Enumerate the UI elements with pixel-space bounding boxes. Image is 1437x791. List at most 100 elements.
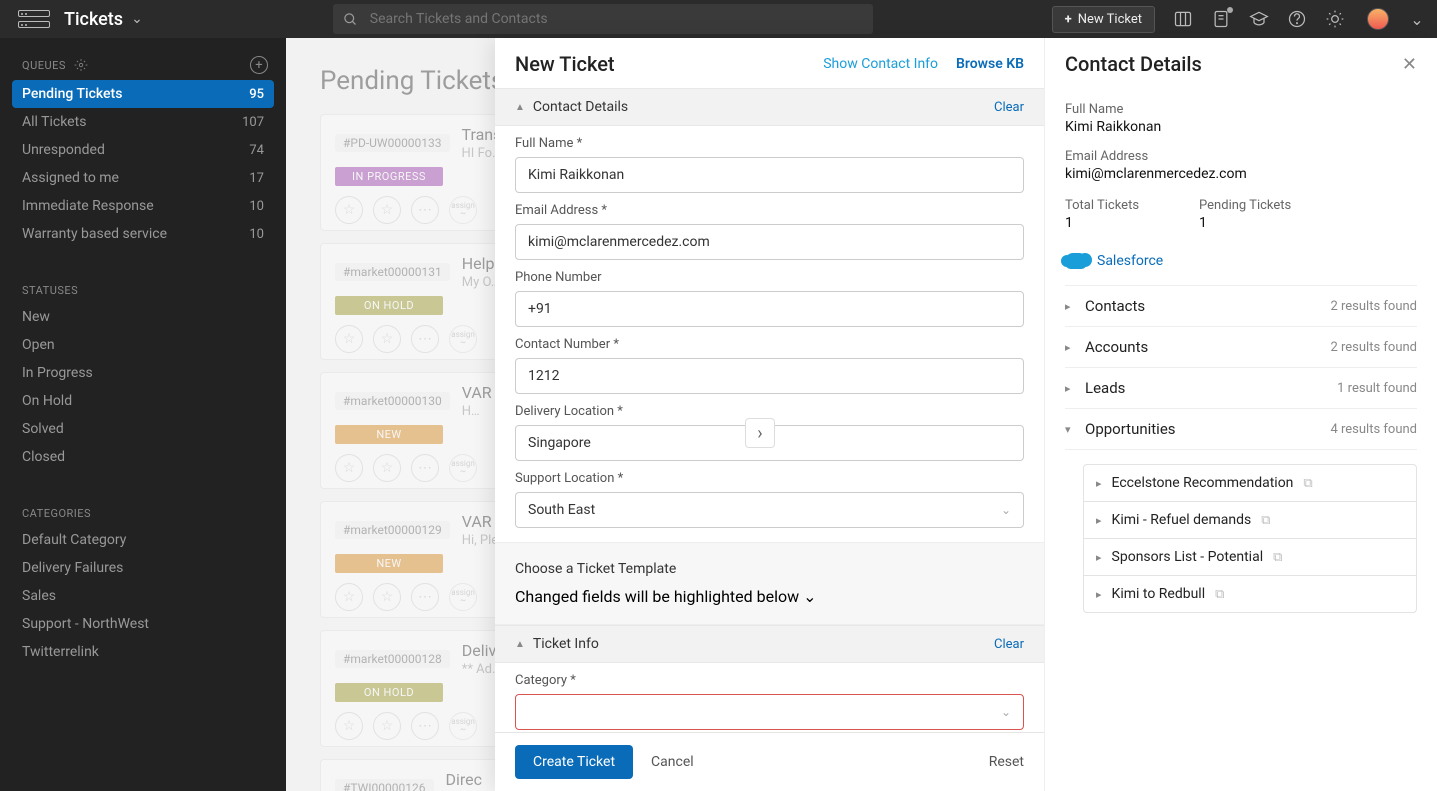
sidebar-item-category[interactable]: Delivery Failures (0, 554, 286, 582)
section-ticket-info[interactable]: ▲ Ticket Info Clear (495, 625, 1044, 663)
external-link-icon[interactable]: ⧉ (1215, 587, 1224, 602)
opportunity-item[interactable]: ▸ Kimi to Redbull ⧉ (1084, 576, 1416, 612)
show-contact-link[interactable]: Show Contact Info (823, 56, 938, 72)
chevron-right-icon: ▸ (1096, 514, 1102, 527)
sidebar-item-status[interactable]: Open (0, 331, 286, 359)
sidebar-item-queue[interactable]: All Tickets107 (0, 108, 286, 136)
sidebar-item-label: On Hold (22, 393, 72, 409)
sf-group-name: Contacts (1085, 297, 1145, 315)
contact-body: Full Name Kimi Raikkonan Email Address k… (1045, 88, 1437, 613)
sidebar-item-queue[interactable]: Assigned to me17 (0, 164, 286, 192)
section-title: Ticket Info (533, 636, 599, 652)
academy-icon[interactable] (1249, 9, 1269, 29)
chevron-down-icon[interactable]: ⌄ (1411, 9, 1423, 29)
opportunity-item[interactable]: ▸ Kimi - Refuel demands ⧉ (1084, 502, 1416, 539)
sf-group-count: 4 results found (1330, 422, 1417, 437)
chevron-down-icon: ⌄ (1001, 705, 1011, 719)
browse-kb-link[interactable]: Browse KB (956, 56, 1024, 72)
chevron-right-icon: ▸ (1065, 300, 1075, 313)
sf-group[interactable]: ▸ Contacts 2 results found (1065, 286, 1417, 327)
sf-group[interactable]: ▾ Opportunities 4 results found (1065, 409, 1417, 450)
sidebar-item-label: Solved (22, 421, 64, 437)
sidebar-item-count: 107 (242, 115, 264, 130)
opportunity-item[interactable]: ▸ Eccelstone Recommendation ⧉ (1084, 465, 1416, 502)
field-label: Support Location * (515, 471, 1024, 486)
sidebar-item-label: Warranty based service (22, 226, 167, 242)
search-icon (343, 12, 358, 27)
sidebar-item-status[interactable]: Solved (0, 415, 286, 443)
form-scroll[interactable]: ▲ Contact Details Clear Full Name * Emai… (495, 88, 1044, 732)
module-title[interactable]: Tickets (64, 9, 123, 30)
section-label: CATEGORIES (22, 507, 91, 520)
field-label: Contact Number * (515, 337, 1024, 352)
sidebar-item-status[interactable]: New (0, 303, 286, 331)
email-input[interactable] (515, 224, 1024, 260)
sf-group[interactable]: ▸ Leads 1 result found (1065, 368, 1417, 409)
collapse-icon: ▲ (515, 102, 525, 113)
collapse-icon: ▲ (515, 639, 525, 650)
opportunity-item[interactable]: ▸ Sponsors List - Potential ⧉ (1084, 539, 1416, 576)
sidebar-section-statuses: STATUSES (0, 266, 286, 303)
global-search[interactable] (333, 4, 873, 34)
sidebar-item-category[interactable]: Sales (0, 582, 286, 610)
chevron-down-icon[interactable]: ⌄ (131, 11, 143, 27)
sf-group-count: 1 result found (1337, 381, 1417, 396)
sidebar-item-status[interactable]: On Hold (0, 387, 286, 415)
sidebar-item-queue[interactable]: Pending Tickets95 (12, 80, 274, 108)
support-location-select[interactable]: South East ⌄ (515, 492, 1024, 528)
contact-number-input[interactable] (515, 358, 1024, 394)
sidebar-item-count: 10 (249, 227, 264, 242)
opportunity-name: Sponsors List - Potential (1112, 549, 1264, 565)
topbar-icons: ⌄ (1173, 8, 1423, 30)
external-link-icon[interactable]: ⧉ (1273, 550, 1282, 565)
new-ticket-button[interactable]: + New Ticket (1052, 6, 1155, 33)
user-avatar[interactable] (1367, 8, 1389, 30)
sf-group-name: Leads (1085, 379, 1125, 397)
sidebar-item-queue[interactable]: Immediate Response10 (0, 192, 286, 220)
sidebar-item-queue[interactable]: Unresponded74 (0, 136, 286, 164)
select-placeholder: Changed fields will be highlighted below (515, 587, 799, 606)
section-clear-link[interactable]: Clear (994, 637, 1024, 652)
sf-group-name: Opportunities (1085, 420, 1176, 438)
field-label: Pending Tickets (1199, 198, 1291, 213)
sidebar-item-queue[interactable]: Warranty based service 10 (0, 220, 286, 248)
chevron-down-icon: ▾ (1065, 423, 1075, 436)
salesforce-integration[interactable]: Salesforce (1065, 253, 1417, 286)
reset-button[interactable]: Reset (989, 754, 1024, 770)
modal-footer: Create Ticket Cancel Reset (495, 732, 1044, 791)
phone-input[interactable] (515, 291, 1024, 327)
sf-group[interactable]: ▸ Accounts 2 results found (1065, 327, 1417, 368)
help-icon[interactable] (1287, 9, 1307, 29)
chevron-right-icon: ▸ (1065, 341, 1075, 354)
chevron-right-icon: ▸ (1065, 382, 1075, 395)
add-queue-button[interactable]: + (250, 56, 268, 74)
field-label: Category * (515, 673, 1024, 688)
section-clear-link[interactable]: Clear (994, 100, 1024, 115)
cancel-button[interactable]: Cancel (651, 754, 694, 770)
app-logo[interactable] (18, 10, 50, 28)
field-label: Full Name (1065, 102, 1417, 117)
section-contact-details[interactable]: ▲ Contact Details Clear (495, 88, 1044, 126)
sidebar-item-status[interactable]: In Progress (0, 359, 286, 387)
sidebar-item-category[interactable]: Support - NorthWest (0, 610, 286, 638)
theme-icon[interactable] (1325, 9, 1345, 29)
sidebar-item-category[interactable]: Twitterrelink (0, 638, 286, 666)
close-icon[interactable]: ✕ (1402, 54, 1417, 75)
map-icon[interactable] (1173, 9, 1193, 29)
sidebar-item-category[interactable]: Default Category (0, 526, 286, 554)
template-select[interactable]: Changed fields will be highlighted below… (515, 587, 944, 606)
gear-icon[interactable] (74, 58, 88, 72)
sidebar-item-status[interactable]: Closed (0, 443, 286, 471)
panel-toggle-chevron[interactable]: › (745, 418, 775, 448)
full-name-input[interactable] (515, 157, 1024, 193)
notes-icon[interactable] (1211, 9, 1231, 29)
create-ticket-button[interactable]: Create Ticket (515, 745, 633, 779)
chevron-right-icon: ▸ (1096, 588, 1102, 601)
category-select[interactable]: ⌄ (515, 694, 1024, 730)
external-link-icon[interactable]: ⧉ (1261, 513, 1270, 528)
contact-details-panel: Contact Details ✕ Full Name Kimi Raikkon… (1045, 38, 1437, 791)
chevron-down-icon: ⌄ (803, 587, 816, 606)
sidebar-item-label: Delivery Failures (22, 560, 123, 576)
external-link-icon[interactable]: ⧉ (1303, 476, 1312, 491)
search-input[interactable] (370, 11, 863, 27)
